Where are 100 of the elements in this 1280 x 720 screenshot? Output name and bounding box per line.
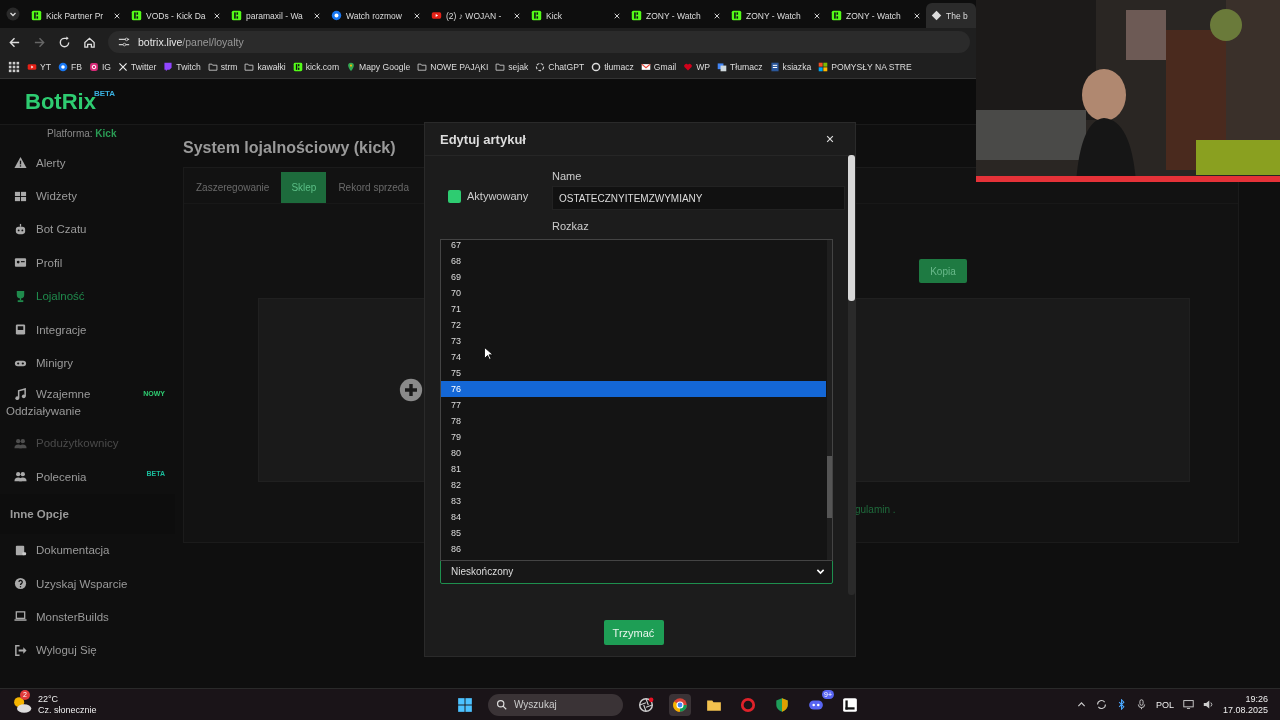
dropdown-option[interactable]: 83 bbox=[441, 493, 826, 509]
site-settings-icon[interactable] bbox=[118, 36, 130, 48]
shield-icon[interactable] bbox=[774, 696, 790, 713]
browser-tab[interactable]: Watch rozmow bbox=[326, 3, 426, 28]
aperture-icon[interactable] bbox=[638, 696, 654, 713]
close-icon[interactable] bbox=[713, 11, 721, 20]
bookmark[interactable]: IG bbox=[88, 62, 112, 72]
document-icon bbox=[769, 62, 780, 72]
plus-circle-icon[interactable] bbox=[399, 378, 423, 402]
dropdown-option[interactable]: 85 bbox=[441, 525, 826, 541]
bookmark[interactable]: strm bbox=[207, 62, 238, 72]
back-icon[interactable] bbox=[8, 35, 21, 49]
sidebar-item[interactable]: Integracje bbox=[0, 312, 175, 347]
bookmark[interactable]: YT bbox=[27, 62, 51, 72]
dropdown-option[interactable]: 74 bbox=[441, 349, 826, 365]
browser-tab[interactable]: Kick Partner Pr bbox=[26, 3, 126, 28]
close-icon[interactable] bbox=[613, 11, 621, 20]
browser-tab[interactable]: The b bbox=[926, 3, 976, 28]
dropdown-option[interactable]: 72 bbox=[441, 317, 826, 333]
sidebar-item[interactable]: Wyloguj Się bbox=[0, 633, 175, 668]
sidebar-item[interactable]: MonsterBuilds bbox=[0, 600, 175, 634]
bookmark[interactable]: POMYSŁY NA STRE bbox=[818, 62, 912, 72]
bookmark[interactable]: Gmail bbox=[640, 62, 677, 72]
bookmark[interactable]: NOWE PAJĄKI bbox=[417, 62, 489, 72]
sidebar-item[interactable]: Lojalność bbox=[0, 279, 175, 313]
close-icon[interactable] bbox=[825, 134, 835, 144]
bookmark[interactable]: tłumacz bbox=[591, 62, 634, 72]
dropdown-option[interactable]: 68 bbox=[441, 253, 826, 269]
sidebar-item[interactable]: Minigry bbox=[0, 346, 175, 380]
bookmark[interactable]: ksiazka bbox=[769, 62, 812, 72]
page-tab[interactable]: Zaszeregowanie bbox=[186, 172, 280, 203]
notes-icon[interactable] bbox=[842, 696, 858, 713]
dropdown-option[interactable]: 71 bbox=[441, 301, 826, 317]
bookmark[interactable]: kawałki bbox=[244, 62, 286, 72]
sidebar-item[interactable]: Uzyskaj Wsparcie bbox=[0, 566, 175, 601]
dropdown-option[interactable]: 67 bbox=[441, 240, 826, 253]
taskbar-search[interactable]: Wyszukaj bbox=[488, 693, 623, 716]
dropdown-option[interactable]: 76 bbox=[441, 381, 826, 397]
dropdown-option[interactable]: 78 bbox=[441, 413, 826, 429]
dropdown-option[interactable]: 69 bbox=[441, 269, 826, 285]
apps-grid-icon[interactable] bbox=[8, 61, 20, 73]
name-field[interactable]: OSTATECZNYITEMZWYMIANY bbox=[552, 186, 845, 210]
monitor-icon[interactable] bbox=[1182, 699, 1194, 710]
dropdown-option[interactable]: 80 bbox=[441, 445, 826, 461]
close-icon[interactable] bbox=[213, 11, 221, 20]
close-icon[interactable] bbox=[513, 11, 521, 20]
ring-icon[interactable] bbox=[740, 696, 756, 713]
bookmark[interactable]: sejak bbox=[495, 62, 529, 72]
sidebar-item[interactable]: Widżety bbox=[0, 179, 175, 213]
page-tab[interactable]: Rekord sprzeda bbox=[328, 172, 409, 203]
home-icon[interactable] bbox=[83, 35, 96, 49]
sync-icon[interactable] bbox=[1095, 699, 1107, 710]
bookmark[interactable]: ChatGPT bbox=[535, 62, 585, 72]
close-icon[interactable] bbox=[413, 11, 421, 20]
forward-icon[interactable] bbox=[33, 35, 46, 49]
language-indicator[interactable]: POL bbox=[1155, 699, 1174, 710]
chevron-down-icon[interactable] bbox=[6, 7, 20, 21]
browser-icon[interactable] bbox=[672, 696, 688, 713]
close-icon[interactable] bbox=[813, 11, 821, 20]
dropdown-option[interactable]: 84 bbox=[441, 509, 826, 525]
sidebar-item[interactable]: Dokumentacja bbox=[0, 533, 175, 567]
activated-checkbox[interactable] bbox=[448, 190, 461, 203]
clock[interactable]: 19:26 17.08.2025 bbox=[1222, 693, 1268, 716]
close-icon[interactable] bbox=[113, 11, 121, 20]
bookmark[interactable]: kick.com bbox=[292, 62, 340, 72]
scrollbar[interactable] bbox=[848, 155, 855, 595]
dropdown-option[interactable]: 73 bbox=[441, 333, 826, 349]
bookmark[interactable]: Tłumacz bbox=[717, 62, 763, 72]
bookmark[interactable]: Twitch bbox=[163, 62, 201, 72]
browser-tab[interactable]: ZONY - Watch bbox=[626, 3, 726, 28]
sidebar-item[interactable]: Bot Czatu bbox=[0, 212, 175, 247]
close-icon[interactable] bbox=[313, 11, 321, 20]
reload-icon[interactable] bbox=[58, 35, 71, 49]
sidebar-item[interactable]: Alerty bbox=[0, 146, 175, 180]
dropdown-option[interactable]: 81 bbox=[441, 461, 826, 477]
bookmark[interactable]: WP bbox=[683, 62, 711, 72]
dropdown-option[interactable]: 79 bbox=[441, 429, 826, 445]
dropdown-option[interactable]: 86 bbox=[441, 541, 826, 557]
dropdown-option[interactable]: 70 bbox=[441, 285, 826, 301]
list-scrollbar[interactable] bbox=[827, 240, 832, 560]
diamond-icon bbox=[931, 10, 942, 21]
address-bar[interactable]: botrix.live/panel/loyalty bbox=[108, 31, 970, 53]
microphone-icon[interactable] bbox=[1135, 699, 1147, 710]
browser-tab[interactable]: ZONY - Watch bbox=[726, 3, 826, 28]
bookmark[interactable]: Twitter bbox=[118, 62, 157, 72]
bookmark[interactable]: FB bbox=[58, 62, 82, 72]
dropdown-option[interactable]: 75 bbox=[441, 365, 826, 381]
dropdown-option[interactable]: 77 bbox=[441, 397, 826, 413]
browser-tab[interactable]: paramaxil - Wa bbox=[226, 3, 326, 28]
browser-tab[interactable]: ZONY - Watch bbox=[826, 3, 926, 28]
sidebar-item[interactable]: Profil bbox=[0, 246, 175, 280]
bookmark[interactable]: Mapy Google bbox=[346, 62, 411, 72]
close-icon[interactable] bbox=[913, 11, 921, 20]
speaker-icon[interactable] bbox=[1202, 699, 1214, 710]
browser-tab[interactable]: VODs - Kick Da bbox=[126, 3, 226, 28]
dropdown-option[interactable]: 82 bbox=[441, 477, 826, 493]
windows-logo-icon[interactable] bbox=[457, 696, 473, 713]
browser-tab[interactable]: Kick bbox=[526, 3, 626, 28]
browser-tab[interactable]: (2) ♪ WOJAN - bbox=[426, 3, 526, 28]
square-icon bbox=[831, 10, 842, 21]
